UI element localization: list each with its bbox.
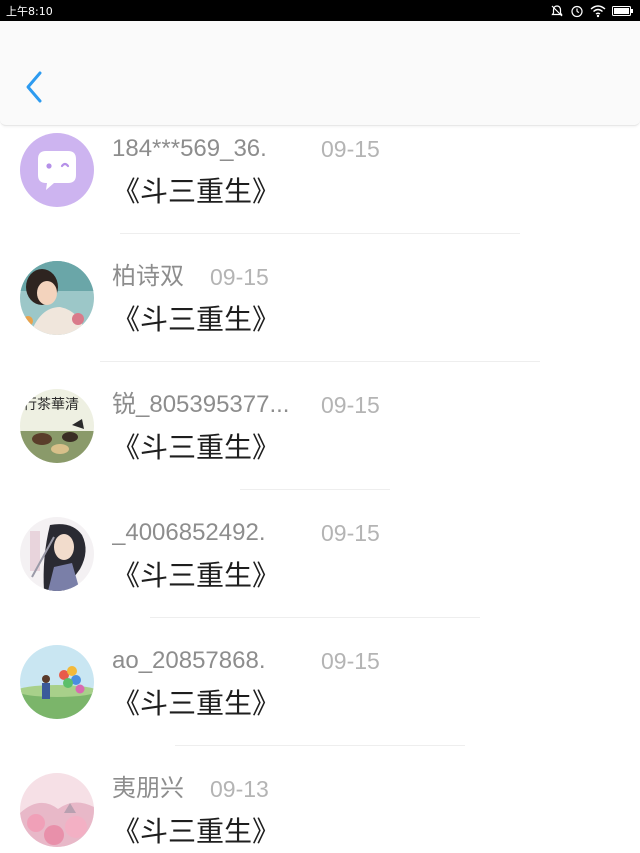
- chat-bubble-face-icon: [20, 133, 94, 207]
- tea-painting-icon: 行茶華清: [20, 389, 94, 463]
- divider: [150, 617, 480, 618]
- list-item[interactable]: 184***569_36. 09-15 《斗三重生》: [0, 126, 640, 254]
- avatar: [20, 517, 94, 591]
- message-text: 《斗三重生》: [112, 431, 281, 464]
- top-bar: [0, 21, 640, 126]
- message-text: 《斗三重生》: [112, 559, 281, 592]
- sender-name: 锐_805395377...: [112, 391, 290, 418]
- sender-name: 夷朋兴: [112, 775, 184, 802]
- avatar: 行茶華清: [20, 389, 94, 463]
- message-date: 09-15: [321, 392, 380, 418]
- avatar: [20, 773, 94, 847]
- list-item[interactable]: 行茶華清 锐_805395377... 09-15 《斗三重生》: [0, 382, 640, 510]
- divider: [100, 361, 540, 362]
- list-item[interactable]: 柏诗双 09-15 《斗三重生》: [0, 254, 640, 382]
- battery-icon: [612, 5, 634, 17]
- girl-photo-icon: [20, 261, 94, 335]
- message-date: 09-15: [321, 648, 380, 674]
- status-time: 上午8:10: [6, 5, 53, 18]
- message-text: 《斗三重生》: [112, 815, 281, 848]
- sender-name: 柏诗双: [112, 263, 184, 290]
- divider: [175, 745, 465, 746]
- pink-landscape-icon: [20, 773, 94, 847]
- sender-name: 184***569_36.: [112, 135, 267, 162]
- balloon-girl-icon: [20, 645, 94, 719]
- sender-name: _4006852492.: [112, 519, 266, 546]
- alarm-icon: [570, 4, 584, 18]
- message-text: 《斗三重生》: [112, 303, 281, 336]
- message-date: 09-15: [210, 264, 269, 290]
- message-date: 09-15: [321, 520, 380, 546]
- status-bar: 上午8:10: [0, 0, 640, 21]
- avatar: [20, 645, 94, 719]
- avatar: [20, 261, 94, 335]
- divider: [240, 489, 390, 490]
- message-date: 09-15: [321, 136, 380, 162]
- message-text: 《斗三重生》: [112, 175, 281, 208]
- sender-name: ao_20857868.: [112, 647, 266, 674]
- list-item[interactable]: 夷朋兴 09-13 《斗三重生》: [0, 766, 640, 853]
- divider: [120, 233, 520, 234]
- back-button[interactable]: [16, 67, 52, 111]
- list-item[interactable]: ao_20857868. 09-15 《斗三重生》: [0, 638, 640, 766]
- list-item[interactable]: _4006852492. 09-15 《斗三重生》: [0, 510, 640, 638]
- avatar: [20, 133, 94, 207]
- anime-swordsman-icon: [20, 517, 94, 591]
- mute-bell-icon: [550, 4, 564, 18]
- chevron-left-icon: [24, 70, 44, 108]
- svg-text:行茶華清: 行茶華清: [23, 397, 79, 413]
- status-icons: [550, 2, 634, 19]
- message-text: 《斗三重生》: [112, 687, 281, 720]
- message-date: 09-13: [210, 776, 269, 802]
- wifi-icon: [590, 4, 606, 18]
- message-list: 184***569_36. 09-15 《斗三重生》 柏诗双 09-15 《斗三…: [0, 126, 640, 853]
